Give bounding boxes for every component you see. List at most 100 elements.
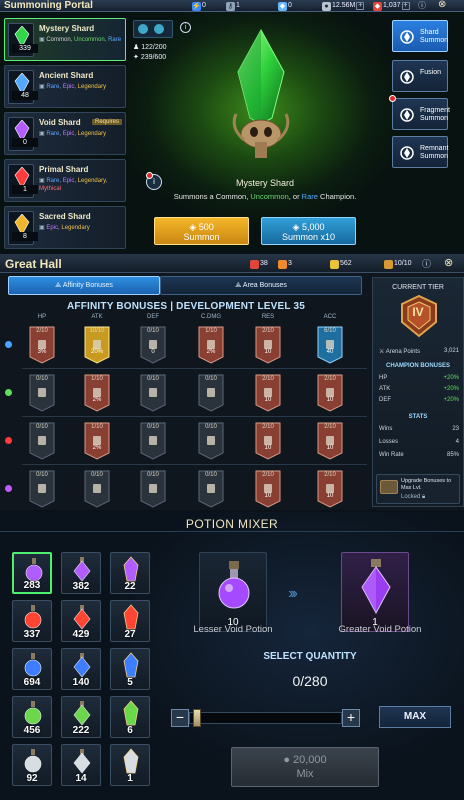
bonus-badge[interactable]: 2/10 10 bbox=[255, 422, 281, 460]
mix-label: Mix bbox=[296, 768, 314, 780]
champion-chance-icon[interactable] bbox=[133, 20, 173, 38]
bonus-badge[interactable]: 1/10 2% bbox=[198, 326, 224, 364]
info-icon[interactable]: i bbox=[180, 22, 191, 33]
bonus-badge[interactable]: 2/10 10 bbox=[255, 470, 281, 508]
potion-slot[interactable]: 382 bbox=[61, 552, 101, 594]
notification-dot bbox=[389, 95, 396, 102]
superior-potion-icon bbox=[123, 652, 139, 678]
shard-item[interactable]: 1 Primal Shard ▣ Rare, Epic, Legendary, My… bbox=[4, 159, 126, 202]
increase-quantity-button[interactable]: + bbox=[342, 709, 360, 727]
shard-item[interactable]: 339 Mystery Shard ▣ Common, Uncommon, Rare bbox=[4, 18, 126, 61]
upgrade-bonuses-card[interactable]: Upgrade Bonuses to Max Lvl. Locked 🔒︎ bbox=[376, 474, 460, 504]
stat-icon bbox=[207, 436, 215, 445]
shard-item[interactable]: 0 Void Shard ▣ Rare, Epic, Legendary Requir… bbox=[4, 112, 126, 155]
bonus-badge[interactable]: 2/10 10 bbox=[317, 422, 343, 460]
potion-slot[interactable]: 6 bbox=[110, 696, 150, 738]
resource-silver: ● 12.56M + bbox=[322, 1, 365, 11]
potion-count: 1 bbox=[127, 773, 133, 784]
stat-icon bbox=[149, 484, 157, 493]
silver-coin-icon: ● bbox=[283, 754, 294, 766]
potion-slot[interactable]: 92 bbox=[12, 744, 52, 786]
stat-icon bbox=[93, 436, 101, 445]
side-button-remnant-summon[interactable]: Remnant Summon bbox=[392, 136, 448, 168]
potion-slot[interactable]: 456 bbox=[12, 696, 52, 738]
bonus-badge[interactable]: 0/10 bbox=[29, 374, 55, 412]
potion-slot[interactable]: 694 bbox=[12, 648, 52, 690]
potion-slot[interactable]: 222 bbox=[61, 696, 101, 738]
fragment-summon-icon bbox=[400, 108, 414, 122]
shard-item[interactable]: 8 Sacred Shard ▣ Epic, Legendary bbox=[4, 206, 126, 249]
bonus-badge[interactable]: 2/10 10 bbox=[255, 326, 281, 364]
potion-slot[interactable]: 337 bbox=[12, 600, 52, 642]
greater-potion-icon bbox=[73, 701, 91, 726]
summon-one-label: Summon bbox=[183, 232, 220, 242]
bonus-badge[interactable]: 0/10 bbox=[140, 374, 166, 412]
close-icon[interactable]: ⊗ bbox=[444, 256, 453, 269]
arena-token-icon bbox=[384, 259, 393, 269]
rarity-label: Uncommon bbox=[74, 37, 105, 43]
potion-mixer-panel: POTION MIXER 283 382 22 337 429 27 694 140 5 456 2… bbox=[0, 512, 464, 800]
max-button[interactable]: MAX bbox=[379, 706, 451, 728]
potion-slot[interactable]: 27 bbox=[110, 600, 150, 642]
stat-icon bbox=[264, 484, 272, 493]
bonus-badge[interactable]: 0/10 bbox=[140, 422, 166, 460]
potion-slot[interactable]: 283 bbox=[12, 552, 52, 594]
summon-one-button[interactable]: ◈ 500 Summon bbox=[154, 217, 249, 245]
lesser-potion-icon bbox=[24, 653, 42, 677]
info-icon[interactable]: ⓘ bbox=[422, 257, 431, 270]
shard-item[interactable]: 48 Ancient Shard ▣ Rare, Epic, Legendary bbox=[4, 65, 126, 108]
star-icon: ✦ bbox=[133, 54, 141, 61]
potion-slot[interactable]: 5 bbox=[110, 648, 150, 690]
side-button-fragment-summon[interactable]: Fragment Summon bbox=[392, 98, 450, 130]
affinity-heading: AFFINITY BONUSES | DEVELOPMENT LEVEL 35 bbox=[66, 301, 306, 312]
add-silver-button[interactable]: + bbox=[356, 2, 365, 10]
pity-value: 122/200 bbox=[141, 44, 167, 51]
side-button-shard-summon[interactable]: Shard Summon bbox=[392, 20, 448, 52]
bonus-badge[interactable]: 2/10 10 bbox=[317, 470, 343, 508]
bonus-badge[interactable]: 0/10 bbox=[198, 470, 224, 508]
bonus-badge[interactable]: 0/10 bbox=[198, 422, 224, 460]
shard-rarity-list: ▣ Rare, Epic, Legendary, Mythical bbox=[39, 177, 125, 193]
bonus-badge[interactable]: 0/10 bbox=[29, 470, 55, 508]
bonus-badge[interactable]: 10/10 20% bbox=[84, 326, 110, 364]
potion-slot[interactable]: 14 bbox=[61, 744, 101, 786]
bonus-badge[interactable]: 2/10 10 bbox=[317, 374, 343, 412]
lesser-potion-icon bbox=[24, 701, 42, 725]
desc-text: Summons a Common, bbox=[173, 192, 251, 201]
arena-tier-panel: CURRENT TIER IV ⚔ Arena Points 3,021 CHAM… bbox=[372, 277, 464, 507]
force-affinity-icon bbox=[5, 389, 12, 396]
potion-slot[interactable]: 22 bbox=[110, 552, 150, 594]
bonus-badge[interactable]: 0/10 bbox=[29, 422, 55, 460]
side-button-fusion[interactable]: Fusion bbox=[392, 60, 448, 92]
potion-count: 456 bbox=[23, 725, 41, 736]
stat-value: 85% bbox=[446, 452, 459, 458]
bonus-badge[interactable]: 0/10 bbox=[84, 470, 110, 508]
quantity-slider-track[interactable] bbox=[189, 712, 342, 724]
potion-slot[interactable]: 1 bbox=[110, 744, 150, 786]
summon-one-cost: 500 bbox=[198, 222, 214, 232]
mix-button[interactable]: ● 20,000 Mix bbox=[231, 747, 379, 787]
tab-affinity-bonuses[interactable]: ⟁ Affinity Bonuses bbox=[8, 276, 160, 295]
bonus-badge[interactable]: 1/10 2% bbox=[84, 374, 110, 412]
decrease-quantity-button[interactable]: − bbox=[171, 709, 189, 727]
bonus-badge[interactable]: 0/10 bbox=[140, 470, 166, 508]
add-gems-button[interactable]: + bbox=[401, 2, 410, 10]
potion-slot[interactable]: 140 bbox=[61, 648, 101, 690]
info-icon[interactable]: ⓘ bbox=[418, 0, 426, 12]
resource-value: 1,037 bbox=[383, 2, 401, 9]
potion-slot[interactable]: 429 bbox=[61, 600, 101, 642]
shard-rarity-list: ▣ Common, Uncommon, Rare bbox=[39, 36, 125, 44]
bonus-badge[interactable]: 2/10 10 bbox=[255, 374, 281, 412]
medal-icon bbox=[330, 259, 339, 269]
bonus-badge[interactable]: 0/10 bbox=[198, 374, 224, 412]
bonus-badge[interactable]: 2/10 3% bbox=[29, 326, 55, 364]
rarity-separator: , bbox=[105, 178, 108, 184]
bonus-badge[interactable]: 6/10 40 bbox=[317, 326, 343, 364]
tab-area-bonuses[interactable]: ⟁ Area Bonuses bbox=[160, 276, 362, 295]
close-icon[interactable]: ⊗ bbox=[438, 0, 446, 11]
quantity-slider-knob[interactable] bbox=[193, 709, 201, 727]
stat-label: Wins bbox=[379, 426, 393, 432]
bonus-badge[interactable]: 0/10 0 bbox=[140, 326, 166, 364]
summon-ten-button[interactable]: ◈ 5,000 Summon x10 bbox=[261, 217, 356, 245]
bonus-badge[interactable]: 1/10 2% bbox=[84, 422, 110, 460]
